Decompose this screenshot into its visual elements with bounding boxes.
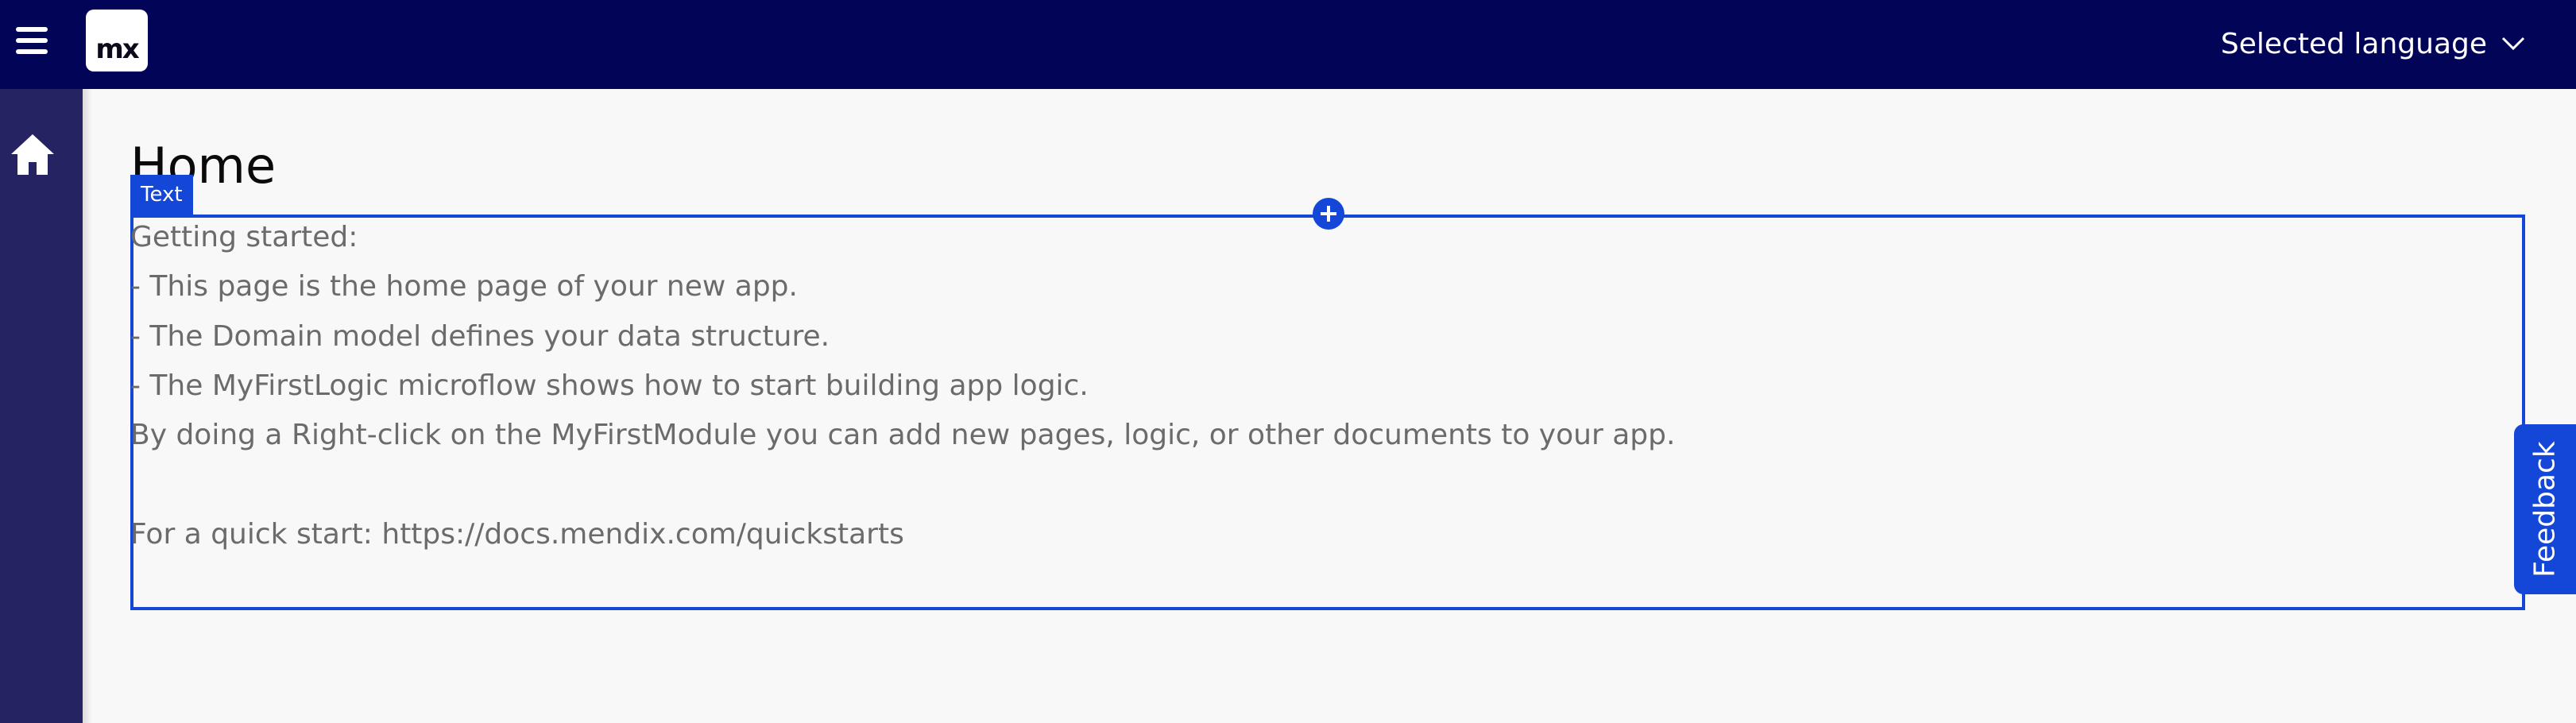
text-line: For a quick start: https://docs.mendix.c… xyxy=(130,518,904,551)
home-icon[interactable] xyxy=(8,130,57,180)
top-navigation-bar: mx Selected language xyxy=(0,0,2576,89)
feedback-label: Feedback xyxy=(2528,441,2562,578)
selected-widget-tag: Text xyxy=(130,175,193,215)
add-widget-icon[interactable] xyxy=(1313,198,1344,230)
text-line: - The Domain model defines your data str… xyxy=(130,320,830,353)
chevron-down-icon xyxy=(2501,37,2525,51)
hamburger-menu-icon[interactable] xyxy=(16,25,51,57)
text-line: - This page is the home page of your new… xyxy=(130,270,798,303)
feedback-button[interactable]: Feedback xyxy=(2514,424,2576,594)
text-line: Getting started: xyxy=(130,221,358,253)
language-selector-label: Selected language xyxy=(2220,27,2487,60)
text-line: By doing a Right-click on the MyFirstMod… xyxy=(130,419,1676,451)
text-line: - The MyFirstLogic microflow shows how t… xyxy=(130,369,1089,402)
language-selector[interactable]: Selected language xyxy=(2221,24,2525,64)
app-logo[interactable]: mx xyxy=(86,10,148,72)
sidebar xyxy=(0,89,83,723)
sidebar-shadow xyxy=(83,89,92,723)
